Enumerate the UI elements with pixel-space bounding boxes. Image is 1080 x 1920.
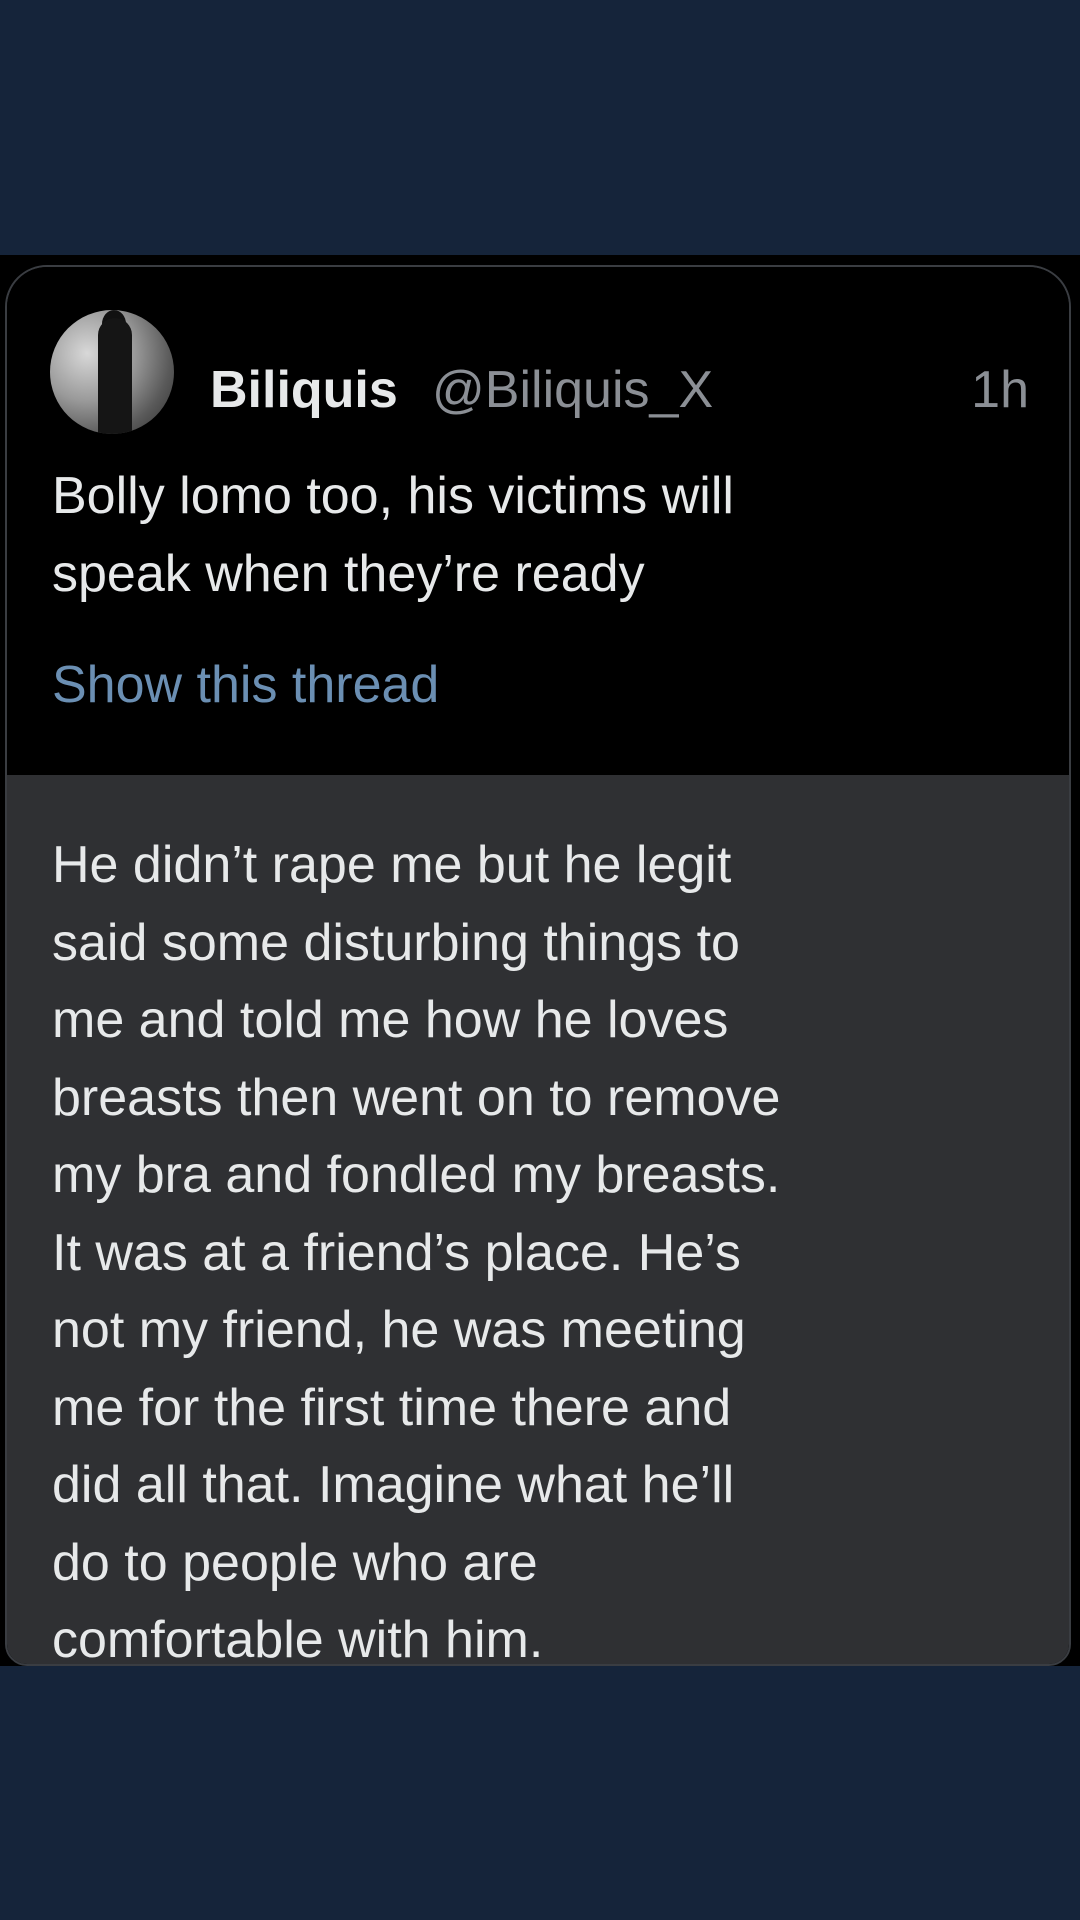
- author-name[interactable]: Biliquis: [210, 362, 398, 418]
- reply-tweet[interactable]: He didn’t rape me but he legit said some…: [7, 777, 1069, 1666]
- bottom-background: [0, 1666, 1080, 1920]
- author-handle[interactable]: @Biliquis_X: [432, 362, 713, 418]
- show-thread-link[interactable]: Show this thread: [52, 657, 439, 713]
- avatar[interactable]: [50, 310, 174, 434]
- screenshot-area: Biliquis @Biliquis_X 1h Bolly lomo too, …: [0, 255, 1080, 1666]
- tweet-timestamp: 1h: [971, 361, 1029, 419]
- reply-tweet-text: He didn’t rape me but he legit said some…: [52, 836, 781, 1666]
- quoted-tweet[interactable]: Biliquis @Biliquis_X 1h Bolly lomo too, …: [7, 267, 1069, 777]
- tweet-card: Biliquis @Biliquis_X 1h Bolly lomo too, …: [5, 265, 1071, 1666]
- top-background: [0, 0, 1080, 255]
- avatar-figure: [98, 318, 132, 434]
- quoted-tweet-text: Bolly lomo too, his victims will speak w…: [52, 467, 734, 603]
